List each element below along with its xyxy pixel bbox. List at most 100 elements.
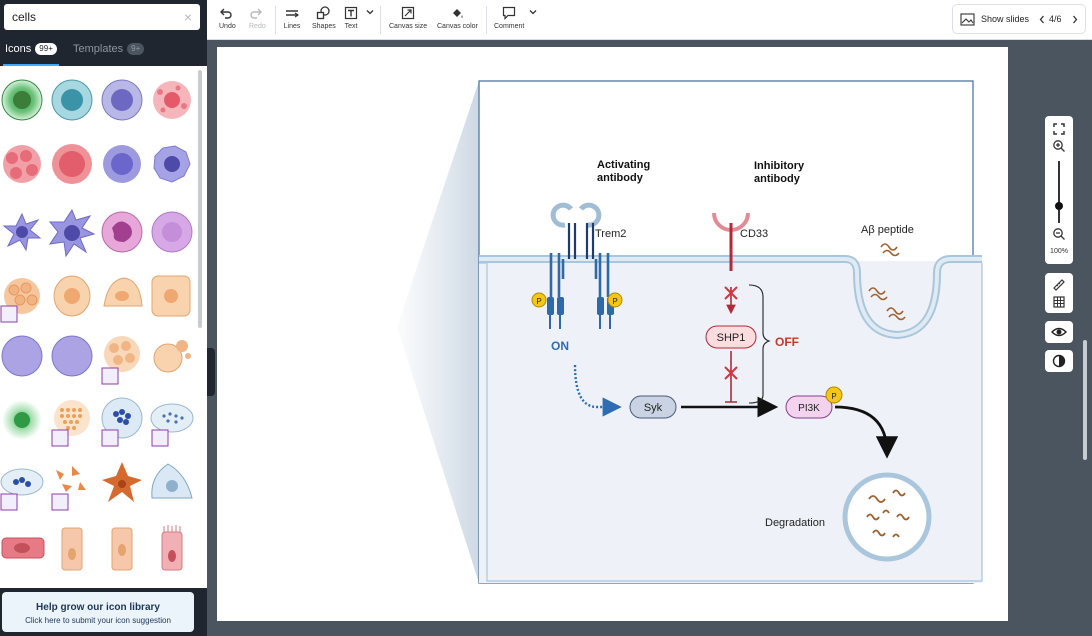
icon-triangle-blue-cell[interactable] <box>151 463 193 499</box>
zoom-slider-handle[interactable] <box>1055 202 1063 210</box>
toolbar-divider <box>486 6 487 34</box>
icon-magenta-cell[interactable] <box>101 211 143 253</box>
icon-ciliated-cell[interactable] <box>161 525 183 571</box>
icon-orange-scattered-cells[interactable] <box>56 466 86 492</box>
grid-icon[interactable] <box>1052 295 1066 309</box>
zoom-out-icon[interactable] <box>1052 227 1066 241</box>
tab-icons-count: 99+ <box>35 43 57 55</box>
lines-label: Lines <box>283 23 301 30</box>
icon-peach-column-cell[interactable] <box>61 527 83 571</box>
chevron-down-icon[interactable] <box>529 8 537 16</box>
lines-button[interactable]: Lines <box>283 6 301 30</box>
clear-search-icon[interactable]: × <box>184 9 192 25</box>
icon-lavender-cell[interactable] <box>101 79 143 121</box>
canvas-color-label: Canvas color <box>437 23 478 30</box>
help-banner[interactable]: Help grow our icon library Click here to… <box>2 592 194 632</box>
slides-control: Show slides 4/6 <box>952 4 1086 34</box>
shp1-node[interactable]: SHP1 <box>705 325 757 349</box>
selection-badge <box>51 429 69 447</box>
icon-flat-peach-cell[interactable] <box>103 277 143 307</box>
zoom-controls: 100% <box>1045 116 1073 264</box>
undo-button[interactable]: Undo <box>219 6 236 30</box>
icon-petri-dish-cluster[interactable] <box>0 468 44 496</box>
canvas-size-label: Canvas size <box>389 23 428 30</box>
icon-purple-rough-cell[interactable] <box>103 145 141 183</box>
zoom-percent: 100% <box>1050 248 1068 255</box>
visibility-control[interactable] <box>1045 321 1073 343</box>
text-button[interactable]: Text <box>343 6 359 30</box>
search-box[interactable]: × <box>4 4 200 30</box>
icon-purple-spiky-cell[interactable] <box>153 145 191 183</box>
degradation-vesicle[interactable] <box>842 472 932 562</box>
slides-image-icon[interactable] <box>960 13 975 26</box>
selection-badge <box>101 429 119 447</box>
trem2-label: Trem2 <box>595 228 626 240</box>
icon-pink-cluster-cell[interactable] <box>3 145 41 183</box>
chevron-down-icon[interactable] <box>366 8 374 16</box>
undo-label: Undo <box>219 23 236 30</box>
canvas-color-button[interactable]: Canvas color <box>437 6 478 30</box>
canvas[interactable]: Activating antibody Inhibitory antibody … <box>217 47 1008 621</box>
help-subtitle[interactable]: Click here to submit your icon suggestio… <box>2 616 194 625</box>
zoom-callout <box>397 81 479 583</box>
icon-lilac-cell[interactable] <box>151 211 193 253</box>
phospho-label: P <box>612 297 617 306</box>
icon-green-cell[interactable] <box>1 79 43 121</box>
off-label: OFF <box>775 335 799 349</box>
icon-glowing-green-cell[interactable] <box>2 400 42 440</box>
ruler-icon[interactable] <box>1052 278 1066 292</box>
redo-button[interactable]: Redo <box>249 6 266 30</box>
icon-red-rough-cell[interactable] <box>52 144 92 184</box>
tab-icons[interactable]: Icons 99+ <box>5 38 57 66</box>
icon-peach-colony[interactable] <box>104 336 140 372</box>
icon-grid-scrollbar[interactable] <box>198 70 202 328</box>
selection-badge <box>0 493 18 511</box>
canvas-scrollbar[interactable] <box>1083 340 1087 460</box>
prev-slide-icon[interactable] <box>1039 15 1045 24</box>
contrast-control[interactable] <box>1045 350 1073 372</box>
text-icon <box>344 6 358 20</box>
syk-label: Syk <box>644 402 663 414</box>
shp1-label: SHP1 <box>717 332 746 344</box>
icon-square-peach-cell[interactable] <box>151 275 191 317</box>
tab-templates-label: Templates <box>73 43 124 55</box>
canvas-size-button[interactable]: Canvas size <box>389 6 427 30</box>
icon-teal-cell[interactable] <box>51 79 93 121</box>
on-label: ON <box>551 339 569 353</box>
help-title: Help grow our icon library <box>36 602 160 613</box>
phospho-badge: P <box>531 292 547 308</box>
inhibitory-antibody-label-2: antibody <box>754 173 801 185</box>
shapes-icon <box>316 6 330 20</box>
icon-purple-disc[interactable] <box>1 335 43 377</box>
icon-peach-burst-cell[interactable] <box>153 340 191 373</box>
comment-button[interactable]: Comment <box>494 6 524 30</box>
icon-dendritic-cell[interactable] <box>48 208 96 258</box>
tab-templates[interactable]: Templates 9+ <box>73 38 145 66</box>
panel-collapse-handle[interactable] <box>207 348 215 396</box>
syk-node[interactable]: Syk <box>629 395 677 419</box>
cd33-label: CD33 <box>740 228 768 240</box>
icon-oval-peach-cell[interactable] <box>53 275 91 317</box>
show-slides-button[interactable]: Show slides <box>981 14 1029 24</box>
icon-red-rect-cell[interactable] <box>1 537 45 559</box>
icon-dendritic-cell-small[interactable] <box>2 212 42 252</box>
paint-bucket-icon <box>453 9 463 18</box>
icon-purple-disc-2[interactable] <box>51 335 93 377</box>
pi3k-node[interactable]: PI3K <box>785 395 833 419</box>
redo-icon <box>250 8 262 19</box>
degradation-label: Degradation <box>765 517 825 529</box>
zoom-in-icon[interactable] <box>1052 139 1066 153</box>
selection-badge <box>51 493 69 511</box>
zoom-slider-track[interactable] <box>1058 161 1060 223</box>
fit-screen-icon[interactable] <box>1052 122 1066 136</box>
redo-label: Redo <box>249 23 266 30</box>
search-input[interactable] <box>4 4 169 30</box>
phospho-label: P <box>536 297 541 306</box>
icon-peach-column-cell-2[interactable] <box>111 527 133 571</box>
shapes-button[interactable]: Shapes <box>312 6 336 30</box>
icon-pink-spotted-cell[interactable] <box>153 81 191 119</box>
icon-petri-dish-dots[interactable] <box>150 403 194 433</box>
icon-orange-star-cell[interactable] <box>102 462 142 502</box>
next-slide-icon[interactable] <box>1072 15 1078 24</box>
text-label: Text <box>344 23 358 30</box>
